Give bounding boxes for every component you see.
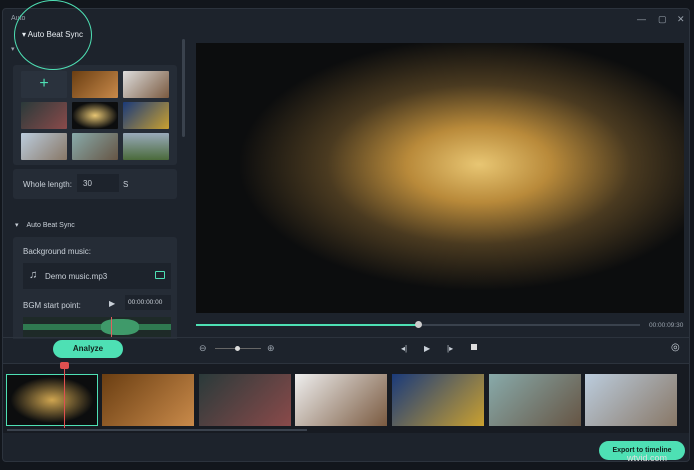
unit-label: S [123, 180, 129, 189]
scrubber-progress [196, 324, 418, 326]
timeline-clip[interactable] [585, 374, 677, 426]
whole-length-row: Whole length: 30 S [13, 169, 177, 199]
maximize-icon[interactable]: ▢ [658, 14, 667, 25]
title-bar: Auto Beat Sync [3, 9, 689, 31]
zoom-out-icon[interactable]: ⊖ [199, 343, 207, 354]
auto-beat-sync-window: Auto Beat Sync — ▢ ✕ ▾ + Whole length: 3… [2, 8, 690, 463]
waveform-marker[interactable] [111, 317, 112, 337]
scrubber[interactable] [196, 321, 640, 328]
stop-icon[interactable] [471, 344, 477, 350]
analyze-button[interactable]: Analyze [53, 340, 123, 358]
timeline-scrollbar[interactable] [7, 429, 307, 431]
next-frame-icon[interactable]: |▸ [447, 344, 453, 353]
play-icon[interactable]: ▶ [109, 299, 115, 308]
media-thumbnail[interactable] [72, 71, 118, 98]
playhead-handle[interactable] [60, 362, 69, 369]
whole-length-label: Whole length: [23, 180, 72, 189]
waveform[interactable] [23, 317, 171, 337]
media-thumbnail[interactable] [123, 102, 169, 129]
highlight-text: Auto Beat Sync [27, 30, 83, 39]
bgm-start-label: BGM start point: [23, 301, 81, 310]
music-note-icon: ♫ [29, 269, 38, 281]
timeline [3, 362, 689, 433]
add-media-button[interactable]: + [21, 71, 67, 98]
bgm-label: Background music: [23, 247, 92, 256]
duration: 00:00:09:30 [649, 322, 684, 329]
media-thumbnail[interactable] [123, 133, 169, 160]
section-title: Auto Beat Sync [26, 222, 75, 229]
timeline-clip[interactable] [392, 374, 484, 426]
timeline-clip[interactable] [489, 374, 581, 426]
timeline-clip[interactable] [295, 374, 387, 426]
whole-length-input[interactable]: 30 [77, 174, 119, 192]
zoom-slider[interactable] [215, 346, 261, 351]
play-icon[interactable]: ▶ [424, 344, 430, 353]
beat-sync-panel: Background music: ♫ Demo music.mp3 BGM s… [13, 237, 177, 339]
watermark: wtvid.com [627, 453, 668, 463]
left-panel: ▾ + Whole length: 30 S ▾ Auto Beat Sync … [11, 33, 181, 339]
timeline-clip[interactable] [102, 374, 194, 426]
music-file-name: Demo music.mp3 [45, 272, 108, 281]
minimize-icon[interactable]: — [637, 14, 646, 24]
timeline-clip[interactable] [199, 374, 291, 426]
video-preview [196, 43, 684, 313]
media-thumbnail[interactable] [21, 102, 67, 129]
playhead[interactable] [64, 364, 65, 428]
folder-icon[interactable] [155, 271, 165, 279]
music-file-field[interactable]: ♫ Demo music.mp3 [23, 263, 171, 289]
previous-frame-icon[interactable]: ◂| [401, 344, 407, 353]
zoom-in-icon[interactable]: ⊕ [267, 343, 275, 354]
highlight-label: ▾ Auto Beat Sync [22, 30, 83, 39]
collapse-icon[interactable]: ▾ [15, 222, 20, 229]
media-thumbnail[interactable] [72, 133, 118, 160]
media-grid: + [13, 65, 177, 165]
scrubber-handle[interactable] [415, 321, 422, 328]
media-thumbnail[interactable] [123, 71, 169, 98]
render-preview-icon[interactable]: ◎ [671, 342, 680, 353]
scrollbar[interactable] [182, 39, 185, 137]
bgm-start-time[interactable]: 00:00:00:00 [125, 295, 171, 310]
media-thumbnail[interactable] [72, 102, 118, 129]
close-icon[interactable]: ✕ [677, 14, 685, 25]
media-thumbnail[interactable] [21, 133, 67, 160]
timeline-clip[interactable] [6, 374, 98, 426]
